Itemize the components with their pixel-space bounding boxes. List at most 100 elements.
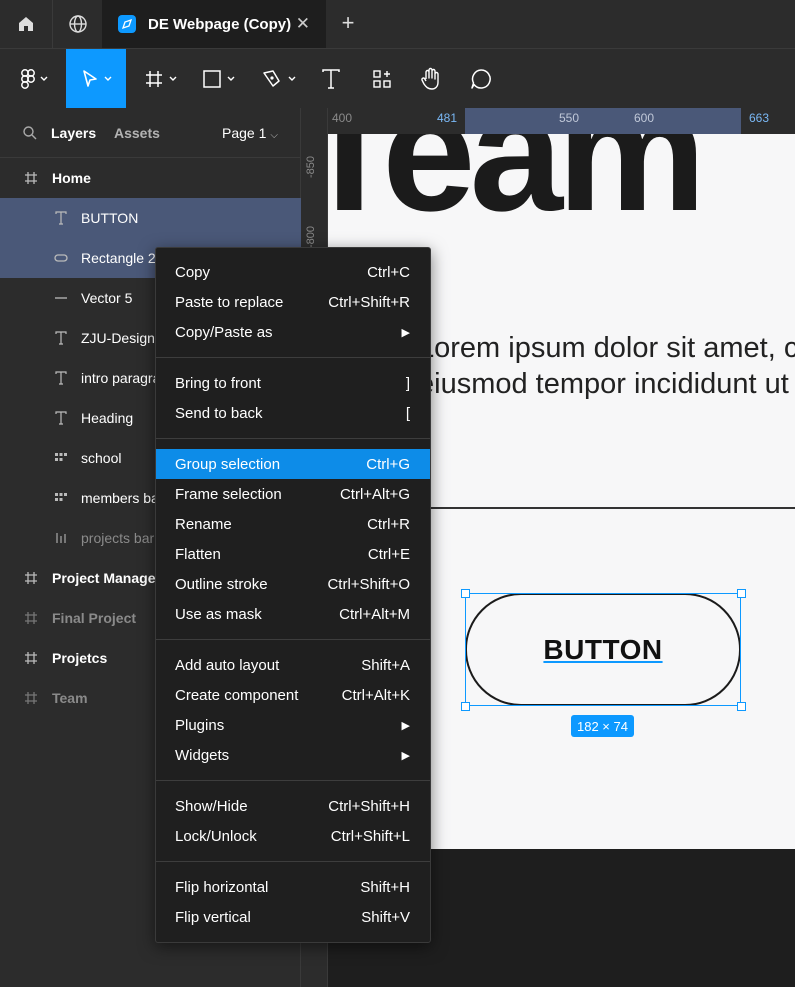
chevron-down-icon bbox=[288, 76, 295, 81]
menu-item-flatten[interactable]: Flatten Ctrl+E bbox=[156, 539, 430, 569]
close-tab-icon[interactable]: ✕ bbox=[296, 14, 310, 34]
home-tab[interactable] bbox=[0, 0, 52, 48]
intro-line-1: Lorem ipsum dolor sit amet, consectetur bbox=[418, 332, 795, 364]
layer-name: Projetcs bbox=[52, 650, 108, 666]
layer-name: projects bar bbox=[81, 530, 155, 546]
text-tool-button[interactable] bbox=[316, 49, 346, 109]
menu-separator bbox=[156, 357, 430, 358]
menu-item-shortcut: Ctrl+E bbox=[367, 545, 410, 563]
panel-tabs: Layers Assets Page 1 ⌵ bbox=[0, 108, 300, 158]
menu-item-show-hide[interactable]: Show/Hide Ctrl+Shift+H bbox=[156, 791, 430, 821]
figma-logo-icon bbox=[20, 69, 35, 89]
resources-tool-button[interactable] bbox=[366, 49, 398, 109]
menu-item-shortcut: Ctrl+Alt+G bbox=[339, 485, 410, 503]
document-tab[interactable]: DE Webpage (Copy) ✕ bbox=[102, 0, 326, 48]
menu-item-frame-selection[interactable]: Frame selection Ctrl+Alt+G bbox=[156, 479, 430, 509]
selection-box bbox=[465, 593, 741, 706]
menu-item-widgets[interactable]: Widgets ▶ bbox=[156, 740, 430, 770]
resize-handle-bottom-left[interactable] bbox=[461, 702, 470, 711]
tab-assets[interactable]: Assets bbox=[114, 125, 160, 141]
layer-name: Rectangle 2 bbox=[81, 250, 156, 266]
shape-tool-button[interactable] bbox=[194, 49, 242, 109]
menu-item-bring-to-front[interactable]: Bring to front] bbox=[156, 368, 430, 398]
community-tab[interactable] bbox=[52, 0, 102, 48]
menu-item-use-as-mask[interactable]: Use as mask Ctrl+Alt+M bbox=[156, 599, 430, 629]
new-tab-button[interactable]: + bbox=[334, 10, 362, 36]
layer-row[interactable]: BUTTON bbox=[0, 198, 301, 238]
comment-tool-button[interactable] bbox=[464, 49, 498, 109]
menu-item-label: Group selection bbox=[175, 455, 281, 473]
layer-name: BUTTON bbox=[81, 210, 139, 226]
menu-item-rename[interactable]: Rename Ctrl+R bbox=[156, 509, 430, 539]
menu-item-label: Paste to replace bbox=[175, 293, 284, 311]
pen-icon bbox=[262, 70, 280, 87]
menu-item-outline-stroke[interactable]: Outline stroke Ctrl+Shift+O bbox=[156, 569, 430, 599]
menu-item-label: Frame selection bbox=[175, 485, 282, 503]
submenu-arrow-icon: ▶ bbox=[401, 326, 410, 339]
layer-row[interactable]: Home bbox=[0, 158, 301, 198]
menu-item-label: Plugins bbox=[175, 716, 225, 734]
home-icon bbox=[19, 17, 33, 31]
hand-tool-button[interactable] bbox=[414, 49, 448, 109]
frame-tool-button[interactable] bbox=[136, 49, 184, 109]
line-icon bbox=[52, 296, 70, 300]
move-tool-button[interactable] bbox=[66, 49, 126, 109]
menu-item-label: Send to back bbox=[175, 404, 263, 422]
layer-name: ZJU-Design bbox=[81, 330, 155, 346]
resize-handle-top-right[interactable] bbox=[737, 589, 746, 598]
heading-text[interactable]: Team bbox=[328, 134, 706, 249]
menu-item-shortcut: Ctrl+Shift+L bbox=[330, 827, 410, 845]
text-icon bbox=[322, 69, 340, 89]
submenu-arrow-icon: ▶ bbox=[401, 749, 410, 762]
menu-item-lock-unlock[interactable]: Lock/Unlock Ctrl+Shift+L bbox=[156, 821, 430, 851]
hand-icon bbox=[421, 67, 439, 90]
bars-icon bbox=[52, 531, 70, 545]
document-tab-title: DE Webpage (Copy) bbox=[148, 15, 292, 33]
pen-tool-button[interactable] bbox=[254, 49, 302, 109]
page-selector[interactable]: Page 1 ⌵ bbox=[222, 125, 278, 141]
menu-item-shortcut: Ctrl+Shift+O bbox=[327, 575, 410, 593]
frame-icon bbox=[22, 171, 40, 185]
ruler-tick-label: -800 bbox=[305, 225, 317, 248]
frame-icon bbox=[22, 691, 40, 705]
menu-item-label: Bring to front bbox=[175, 374, 261, 392]
menu-item-add-auto-layout[interactable]: Add auto layout Shift+A bbox=[156, 650, 430, 680]
menu-separator bbox=[156, 639, 430, 640]
resize-handle-bottom-right[interactable] bbox=[737, 702, 746, 711]
cursor-icon bbox=[82, 70, 97, 87]
menu-item-create-component[interactable]: Create component Ctrl+Alt+K bbox=[156, 680, 430, 710]
menu-item-label: Flip vertical bbox=[175, 908, 251, 926]
menu-item-group-selection[interactable]: Group selection Ctrl+G bbox=[156, 449, 430, 479]
comment-icon bbox=[471, 69, 491, 89]
intro-paragraph[interactable]: Lorem ipsum dolor sit amet, consectetur … bbox=[418, 330, 795, 402]
layer-name: school bbox=[81, 450, 122, 466]
main-menu-button[interactable] bbox=[12, 49, 56, 109]
rectangle-icon bbox=[202, 70, 221, 88]
menu-item-copy[interactable]: Copy Ctrl+C bbox=[156, 257, 430, 287]
menu-item-flip-horizontal[interactable]: Flip horizontal Shift+H bbox=[156, 872, 430, 902]
menu-separator bbox=[156, 861, 430, 862]
menu-item-send-to-back[interactable]: Send to back [ bbox=[156, 398, 430, 428]
menu-item-copy-paste-as[interactable]: Copy/Paste as ▶ bbox=[156, 317, 430, 347]
search-icon[interactable] bbox=[22, 125, 38, 141]
context-menu: Copy Ctrl+C Paste to replace Ctrl+Shift+R Co… bbox=[155, 247, 431, 943]
menu-item-label: Copy/Paste as bbox=[175, 323, 273, 341]
menu-item-shortcut: Ctrl+C bbox=[367, 263, 410, 281]
menu-item-shortcut: Shift+A bbox=[361, 656, 410, 674]
resize-handle-top-left[interactable] bbox=[461, 589, 470, 598]
text-icon bbox=[52, 411, 70, 425]
menu-item-label: Flip horizontal bbox=[175, 878, 269, 896]
menu-item-label: Use as mask bbox=[175, 605, 262, 623]
ruler-tick-label: 550 bbox=[559, 111, 580, 125]
menu-item-paste-to-replace[interactable]: Paste to replace Ctrl+Shift+R bbox=[156, 287, 430, 317]
dimensions-badge: 182 × 74 bbox=[571, 715, 634, 737]
components-icon bbox=[373, 70, 391, 88]
menu-item-flip-vertical[interactable]: Flip vertical Shift+V bbox=[156, 902, 430, 932]
globe-icon bbox=[68, 15, 87, 33]
grid-icon bbox=[52, 451, 70, 465]
menu-item-shortcut: Ctrl+Alt+M bbox=[339, 605, 410, 623]
toolbar bbox=[0, 48, 795, 109]
menu-item-plugins[interactable]: Plugins ▶ bbox=[156, 710, 430, 740]
tab-layers[interactable]: Layers bbox=[51, 125, 96, 141]
menu-item-label: Lock/Unlock bbox=[175, 827, 257, 845]
